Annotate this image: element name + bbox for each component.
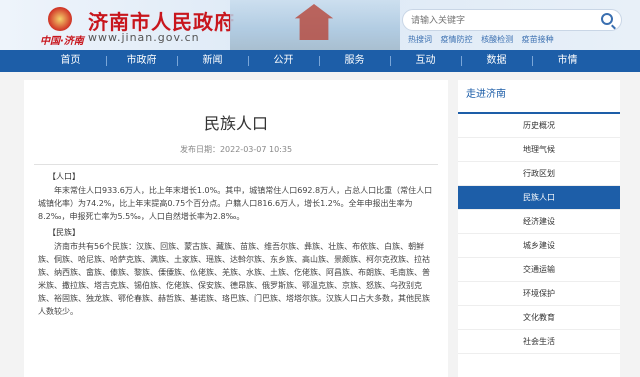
hot-link-2[interactable]: 核酸检测 — [481, 35, 513, 44]
section-heading-ethnicity: 【民族】 — [48, 228, 80, 237]
publish-date: 发布日期：2022-03-07 10:35 — [179, 145, 293, 154]
site-url: www.jinan.gov.cn — [88, 31, 200, 44]
section-heading-population: 【人口】 — [48, 172, 80, 181]
search-icon[interactable] — [601, 13, 613, 25]
paragraph-ethnicity: 济南市共有56个民族：汉族、回族、蒙古族、藏族、苗族、维吾尔族、彝族、壮族、布依… — [38, 242, 430, 316]
sidebar-item-urban[interactable]: 城乡建设 — [458, 234, 620, 258]
nav-item-news[interactable]: 新闻 — [177, 50, 248, 72]
nav-item-service[interactable]: 服务 — [319, 50, 390, 72]
site-header: 中国·济南 济南市人民政府 www.jinan.gov.cn 热搜词 疫情防控 … — [0, 0, 640, 50]
nav-item-city-info[interactable]: 市情 — [532, 50, 603, 72]
search-box — [402, 9, 622, 31]
sidebar-heading: 走进济南 — [458, 80, 620, 114]
nav-item-interaction[interactable]: 互动 — [390, 50, 461, 72]
divider — [34, 164, 438, 165]
sidebar-item-economy[interactable]: 经济建设 — [458, 210, 620, 234]
sidebar-item-history[interactable]: 历史概况 — [458, 114, 620, 138]
hot-link-3[interactable]: 疫苗接种 — [522, 35, 554, 44]
nav-item-public[interactable]: 公开 — [248, 50, 319, 72]
article-title: 民族人口 — [203, 114, 268, 133]
sidebar-item-society[interactable]: 社会生活 — [458, 330, 620, 354]
city-logo: 中国·济南 — [40, 36, 84, 47]
article: 民族人口 发布日期：2022-03-07 10:35 【人口】 年末常住人口93… — [24, 80, 448, 377]
sidebar-item-culture[interactable]: 文化教育 — [458, 306, 620, 330]
paragraph-population: 年末常住人口933.6万人，比上年末增长1.0%。其中，城镇常住人口692.8万… — [38, 186, 433, 221]
sidebar-item-transport[interactable]: 交通运输 — [458, 258, 620, 282]
sidebar-item-environment[interactable]: 环境保护 — [458, 282, 620, 306]
hot-link-0[interactable]: 热搜词 — [408, 35, 432, 44]
national-emblem-icon — [48, 7, 72, 31]
sidebar-item-geography[interactable]: 地理气候 — [458, 138, 620, 162]
main-nav: 首页 市政府 新闻 公开 服务 互动 数据 市情 — [0, 50, 640, 72]
sidebar-item-districts[interactable]: 行政区划 — [458, 162, 620, 186]
search-input[interactable] — [411, 13, 591, 27]
hot-links: 热搜词 疫情防控 核酸检测 疫苗接种 — [408, 34, 560, 45]
nav-item-home[interactable]: 首页 — [35, 50, 106, 72]
sidebar: 走进济南 历史概况 地理气候 行政区划 民族人口 经济建设 城乡建设 交通运输 … — [458, 80, 620, 377]
nav-item-data[interactable]: 数据 — [461, 50, 532, 72]
nav-item-government[interactable]: 市政府 — [106, 50, 177, 72]
main-content: 民族人口 发布日期：2022-03-07 10:35 【人口】 年末常住人口93… — [0, 72, 640, 377]
sidebar-item-population[interactable]: 民族人口 — [458, 186, 620, 210]
hot-link-1[interactable]: 疫情防控 — [441, 35, 473, 44]
